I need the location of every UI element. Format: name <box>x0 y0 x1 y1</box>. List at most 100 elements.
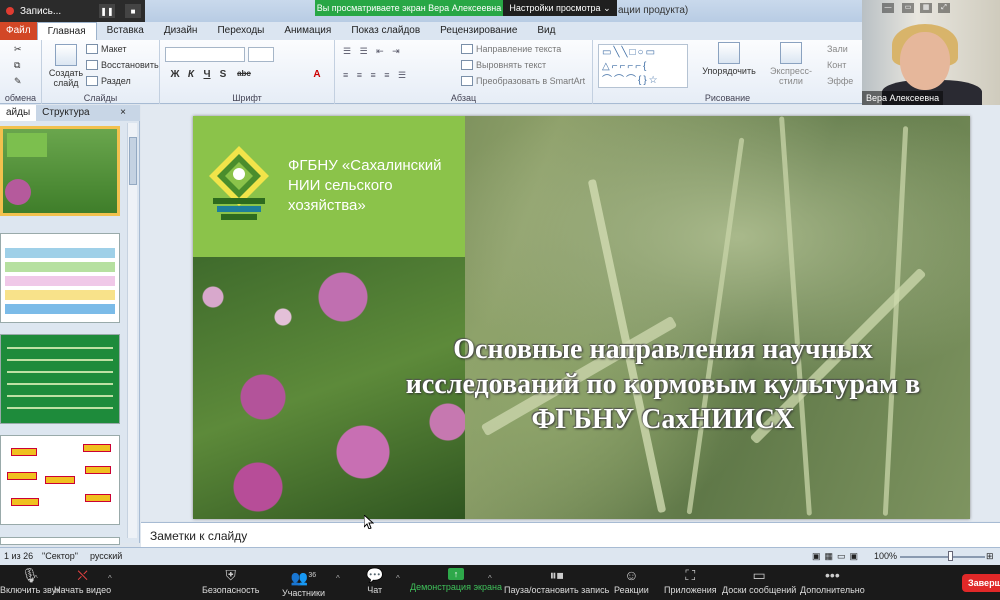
font-color-button[interactable]: A <box>310 69 324 80</box>
slide-thumbnail-5[interactable] <box>0 537 120 545</box>
align-icon[interactable]: ≡ ≡ ≡ ≡ ☰ <box>343 70 409 81</box>
tab-file[interactable]: Файл <box>0 22 37 40</box>
reactions-button[interactable]: ☺ Реакции <box>614 568 649 596</box>
layout-button[interactable]: Макет <box>86 44 126 54</box>
slide-thumbnail-3[interactable] <box>0 334 120 424</box>
italic-button[interactable]: К <box>184 69 198 80</box>
format-painter-icon[interactable]: ✎ <box>14 76 22 87</box>
tab-insert[interactable]: Вставка <box>97 22 154 40</box>
tab-slides[interactable]: айды <box>0 105 37 121</box>
strikethrough-button[interactable]: abc <box>234 69 254 78</box>
shapes-gallery[interactable]: ▭╲╲□○▭ △⌐⌐⌐⌐{ ⌒⌒⌒{}☆ <box>598 44 688 88</box>
zoom-slider-knob[interactable] <box>948 551 953 561</box>
new-slide-icon <box>55 44 77 66</box>
language[interactable]: русский <box>90 551 122 561</box>
view-options-button[interactable]: Настройки просмотра ⌄ <box>503 0 617 16</box>
copy-icon[interactable]: ⧉ <box>14 60 20 71</box>
pause-icon[interactable]: ❚❚ <box>99 4 115 18</box>
unmute-button[interactable]: 🎙 Включить звук <box>0 568 60 596</box>
font-size-select[interactable] <box>248 47 274 62</box>
video-minimize-icon[interactable]: — <box>882 3 894 13</box>
video-single-icon[interactable]: ▭ <box>902 3 914 13</box>
apps-button[interactable]: ⛶ Приложения <box>664 568 717 596</box>
bullets-icon[interactable]: ☰ ☰ ⇤ ⇥ <box>343 46 403 57</box>
notes-pane[interactable]: Заметки к слайду <box>141 522 1000 547</box>
tab-slideshow[interactable]: Показ слайдов <box>341 22 430 40</box>
security-button[interactable]: ⛨ Безопасность <box>202 568 259 596</box>
fit-slide-icon[interactable]: ⊞ <box>986 551 994 562</box>
shape-outline-button[interactable]: Конт <box>827 60 846 70</box>
reset-button[interactable]: Восстановить <box>86 60 159 70</box>
tab-animation[interactable]: Анимация <box>274 22 341 40</box>
pane-scroll-thumb[interactable] <box>129 137 137 185</box>
paragraph-group-label: Абзац <box>450 93 477 103</box>
zoom-slider[interactable] <box>900 556 985 558</box>
pause-stop-recording-label: Пауза/остановить запись <box>504 585 610 595</box>
align-text-button[interactable]: Выровнять текст <box>461 60 546 70</box>
text-direction-button[interactable]: Направление текста <box>461 44 561 54</box>
shape-effects-button[interactable]: Эффе <box>827 76 853 86</box>
thumb-line <box>7 395 113 397</box>
thumb-logo-box <box>7 133 47 157</box>
thumb-box <box>85 494 111 502</box>
pane-scrollbar[interactable] <box>127 123 137 538</box>
video-options-caret[interactable]: ^ <box>108 574 112 583</box>
pane-tabs: айды Структура × <box>0 105 140 121</box>
view-options-label: Настройки просмотра <box>509 3 601 13</box>
chevron-down-icon: ⌄ <box>603 2 611 13</box>
chat-options-caret[interactable]: ^ <box>396 574 400 583</box>
end-meeting-button[interactable]: Заверш <box>962 574 1000 592</box>
tab-view[interactable]: Вид <box>527 22 565 40</box>
view-buttons-icon[interactable]: ▣▦▭▣ <box>812 551 862 562</box>
convert-smartart-button[interactable]: Преобразовать в SmartArt <box>461 76 585 86</box>
audio-options-caret[interactable]: ^ <box>34 574 38 583</box>
underline-button[interactable]: Ч <box>200 69 214 80</box>
tab-outline[interactable]: Структура <box>36 105 95 121</box>
participants-options-caret[interactable]: ^ <box>336 574 340 583</box>
thumb-line <box>7 371 113 373</box>
thumb-box <box>11 498 39 506</box>
whiteboards-label: Доски сообщений <box>722 585 797 595</box>
slide-title[interactable]: Основные направления научных исследовани… <box>363 332 963 437</box>
video-expand-icon[interactable]: ⤢ <box>938 3 950 13</box>
participants-button[interactable]: 👥36 Участники <box>282 568 325 597</box>
grass-blade <box>882 126 909 516</box>
zoom-level[interactable]: 100% <box>874 551 897 561</box>
font-name-select[interactable] <box>165 47 245 62</box>
theme-name: "Сектор" <box>42 551 78 561</box>
thumb-row <box>5 304 115 314</box>
new-slide-button[interactable]: Создать слайд <box>46 44 86 88</box>
tab-review[interactable]: Рецензирование <box>430 22 527 40</box>
bold-button[interactable]: Ж <box>168 69 182 80</box>
shape-fill-button[interactable]: Зали <box>827 44 848 54</box>
layout-icon <box>86 44 98 54</box>
stop-icon[interactable]: ■ <box>125 4 141 18</box>
pause-stop-recording-button[interactable]: ⏸⏹ Пауза/остановить запись <box>504 568 610 596</box>
slide-thumbnail-4[interactable] <box>0 435 120 525</box>
shadow-button[interactable]: S <box>216 69 230 80</box>
quick-styles-icon <box>780 42 802 64</box>
thumb-row <box>5 262 115 272</box>
tab-design[interactable]: Дизайн <box>154 22 208 40</box>
quick-styles-button[interactable]: Экспресс-стили <box>759 42 823 86</box>
align-text-label: Выровнять текст <box>476 60 547 70</box>
tab-home[interactable]: Главная <box>36 22 97 40</box>
share-options-caret[interactable]: ^ <box>488 574 492 583</box>
arrange-button[interactable]: Упорядочить <box>699 42 759 76</box>
current-slide[interactable]: ФГБНУ «Сахалинский НИИ сельского хозяйст… <box>193 116 970 519</box>
slide-thumbnail-2[interactable] <box>0 233 120 323</box>
more-icon: ••• <box>825 567 840 583</box>
cut-icon[interactable]: ✂ <box>14 44 22 55</box>
org-name: ФГБНУ «Сахалинский НИИ сельского хозяйст… <box>288 157 442 214</box>
slide-thumbnail-1[interactable] <box>0 126 120 216</box>
tab-transitions[interactable]: Переходы <box>207 22 274 40</box>
chat-button[interactable]: 💬 Чат <box>366 568 383 596</box>
section-button[interactable]: Раздел <box>86 76 131 86</box>
whiteboards-button[interactable]: ▭ Доски сообщений <box>722 568 797 596</box>
more-button[interactable]: ••• Дополнительно <box>800 567 865 596</box>
window-title: ации продукта) <box>618 5 689 16</box>
participant-video[interactable]: — ▭ ▦ ⤢ Вера Алексеевна <box>862 0 1000 105</box>
start-video-button[interactable]: ⛌ Начать видео <box>54 568 111 596</box>
video-grid-icon[interactable]: ▦ <box>920 3 932 13</box>
close-pane-icon[interactable]: × <box>120 105 140 121</box>
